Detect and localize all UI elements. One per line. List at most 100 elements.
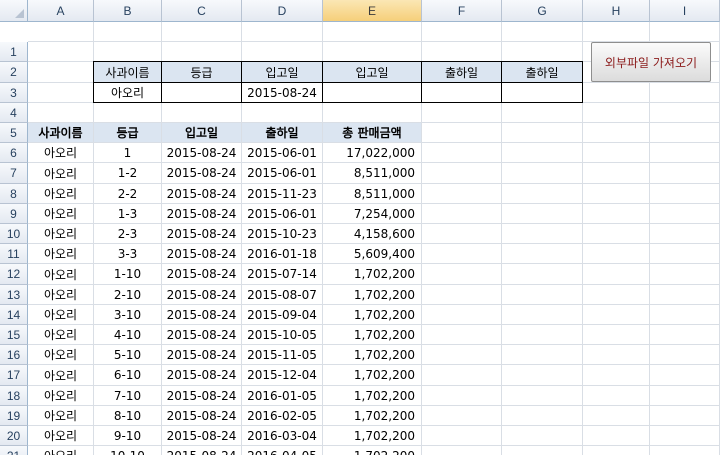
table-cell[interactable]: 2015-08-24 bbox=[162, 163, 241, 183]
table-cell[interactable]: 2-3 bbox=[94, 224, 161, 243]
row-header-9[interactable]: 9 bbox=[0, 204, 28, 224]
table-cell[interactable]: 아오리 bbox=[28, 264, 93, 284]
criteria-header-cell[interactable]: 입고일 bbox=[323, 61, 422, 83]
sales-amount-cell[interactable]: 1,702,200 bbox=[323, 446, 421, 455]
table-cell[interactable]: 2016-01-18 bbox=[242, 244, 322, 263]
row-header-1[interactable]: 1 bbox=[0, 42, 28, 62]
table-cell[interactable]: 2015-06-01 bbox=[242, 204, 322, 223]
table-cell[interactable]: 2-10 bbox=[94, 285, 161, 304]
table-cell[interactable]: 2015-07-14 bbox=[242, 264, 322, 284]
column-header-b[interactable]: B bbox=[94, 0, 162, 22]
sales-amount-cell[interactable]: 1,702,200 bbox=[323, 285, 421, 304]
table-cell[interactable]: 2015-08-24 bbox=[162, 184, 241, 203]
row-header-8[interactable]: 8 bbox=[0, 184, 28, 204]
table-cell[interactable]: 아오리 bbox=[28, 305, 93, 324]
table-header-cell[interactable]: 입고일 bbox=[162, 123, 241, 142]
criteria-header-cell[interactable]: 출하일 bbox=[502, 61, 583, 83]
table-cell[interactable]: 3-10 bbox=[94, 305, 161, 324]
row-header-2[interactable]: 2 bbox=[0, 62, 28, 83]
table-cell[interactable]: 2015-12-04 bbox=[242, 365, 322, 385]
table-cell[interactable]: 아오리 bbox=[28, 406, 93, 425]
table-header-cell[interactable]: 사과이름 bbox=[28, 123, 93, 142]
table-cell[interactable]: 아오리 bbox=[28, 244, 93, 263]
select-all-corner[interactable] bbox=[0, 0, 28, 22]
table-cell[interactable]: 2015-08-24 bbox=[162, 345, 241, 364]
table-cell[interactable]: 9-10 bbox=[94, 426, 161, 445]
table-header-cell[interactable]: 출하일 bbox=[242, 123, 322, 142]
table-cell[interactable]: 2015-08-24 bbox=[162, 305, 241, 324]
table-cell[interactable]: 아오리 bbox=[28, 426, 93, 445]
sales-amount-cell[interactable]: 1,702,200 bbox=[323, 345, 421, 364]
table-cell[interactable]: 2015-08-24 bbox=[162, 224, 241, 243]
table-cell[interactable]: 4-10 bbox=[94, 325, 161, 344]
table-cell[interactable]: 2015-08-24 bbox=[162, 285, 241, 304]
criteria-header-cell[interactable]: 출하일 bbox=[422, 61, 502, 83]
row-header-3[interactable]: 3 bbox=[0, 83, 28, 103]
criteria-header-cell[interactable]: 등급 bbox=[162, 61, 242, 83]
table-cell[interactable]: 2015-10-05 bbox=[242, 325, 322, 344]
column-header-c[interactable]: C bbox=[162, 0, 242, 22]
table-cell[interactable]: 2015-09-04 bbox=[242, 305, 322, 324]
sales-amount-cell[interactable]: 7,254,000 bbox=[323, 204, 421, 223]
row-header-20[interactable]: 20 bbox=[0, 426, 28, 446]
table-cell[interactable]: 2015-10-23 bbox=[242, 224, 322, 243]
row-header-10[interactable]: 10 bbox=[0, 224, 28, 244]
table-cell[interactable]: 2015-08-24 bbox=[162, 264, 241, 284]
table-cell[interactable]: 2015-08-24 bbox=[162, 426, 241, 445]
column-header-d[interactable]: D bbox=[242, 0, 323, 22]
row-header-5[interactable]: 5 bbox=[0, 123, 28, 143]
criteria-header-cell[interactable]: 사과이름 bbox=[93, 61, 162, 83]
table-cell[interactable]: 2015-06-01 bbox=[242, 143, 322, 162]
column-header-a[interactable]: A bbox=[28, 0, 94, 22]
table-cell[interactable]: 1-10 bbox=[94, 264, 161, 284]
sales-amount-cell[interactable]: 4,158,600 bbox=[323, 224, 421, 243]
table-cell[interactable]: 아오리 bbox=[28, 446, 93, 455]
table-cell[interactable]: 2016-03-04 bbox=[242, 426, 322, 445]
column-header-h[interactable]: H bbox=[583, 0, 650, 22]
table-cell[interactable]: 2015-08-07 bbox=[242, 285, 322, 304]
row-header-13[interactable]: 13 bbox=[0, 285, 28, 305]
sales-amount-cell[interactable]: 17,022,000 bbox=[323, 143, 421, 162]
table-header-cell[interactable]: 등급 bbox=[94, 123, 161, 142]
table-cell[interactable]: 2015-08-24 bbox=[162, 365, 241, 385]
table-cell[interactable]: 2015-08-24 bbox=[162, 406, 241, 425]
row-header-19[interactable]: 19 bbox=[0, 406, 28, 426]
table-cell[interactable]: 1-3 bbox=[94, 204, 161, 223]
row-header-21[interactable]: 21 bbox=[0, 446, 28, 455]
row-header-7[interactable]: 7 bbox=[0, 163, 28, 184]
criteria-value-cell[interactable]: 2015-08-24 bbox=[242, 83, 323, 103]
sales-amount-cell[interactable]: 1,702,200 bbox=[323, 305, 421, 324]
table-cell[interactable]: 3-3 bbox=[94, 244, 161, 263]
criteria-value-cell[interactable] bbox=[162, 83, 242, 103]
criteria-header-cell[interactable]: 입고일 bbox=[242, 61, 323, 83]
sales-amount-cell[interactable]: 1,702,200 bbox=[323, 264, 421, 284]
sales-amount-cell[interactable]: 1,702,200 bbox=[323, 406, 421, 425]
table-cell[interactable]: 아오리 bbox=[28, 224, 93, 243]
table-cell[interactable]: 2015-06-01 bbox=[242, 163, 322, 183]
row-header-14[interactable]: 14 bbox=[0, 305, 28, 325]
row-header-4[interactable]: 4 bbox=[0, 103, 28, 123]
table-cell[interactable]: 2015-11-23 bbox=[242, 184, 322, 203]
table-cell[interactable]: 2016-01-05 bbox=[242, 386, 322, 405]
criteria-value-cell[interactable] bbox=[422, 83, 502, 103]
table-cell[interactable]: 아오리 bbox=[28, 184, 93, 203]
row-header-16[interactable]: 16 bbox=[0, 345, 28, 365]
criteria-value-cell[interactable] bbox=[502, 83, 583, 103]
table-cell[interactable]: 5-10 bbox=[94, 345, 161, 364]
table-cell[interactable]: 6-10 bbox=[94, 365, 161, 385]
sales-amount-cell[interactable]: 5,609,400 bbox=[323, 244, 421, 263]
table-cell[interactable]: 1 bbox=[94, 143, 161, 162]
table-cell[interactable]: 아오리 bbox=[28, 345, 93, 364]
column-header-f[interactable]: F bbox=[422, 0, 502, 22]
sales-amount-cell[interactable]: 8,511,000 bbox=[323, 163, 421, 183]
table-cell[interactable]: 1-2 bbox=[94, 163, 161, 183]
sales-amount-cell[interactable]: 1,702,200 bbox=[323, 365, 421, 385]
table-cell[interactable]: 2015-08-24 bbox=[162, 386, 241, 405]
table-cell[interactable]: 2015-08-24 bbox=[162, 325, 241, 344]
table-cell[interactable]: 아오리 bbox=[28, 365, 93, 385]
row-header-11[interactable]: 11 bbox=[0, 244, 28, 264]
table-header-cell[interactable]: 총 판매금액 bbox=[323, 123, 421, 142]
sales-amount-cell[interactable]: 1,702,200 bbox=[323, 426, 421, 445]
row-header-15[interactable]: 15 bbox=[0, 325, 28, 345]
row-header-18[interactable]: 18 bbox=[0, 386, 28, 406]
